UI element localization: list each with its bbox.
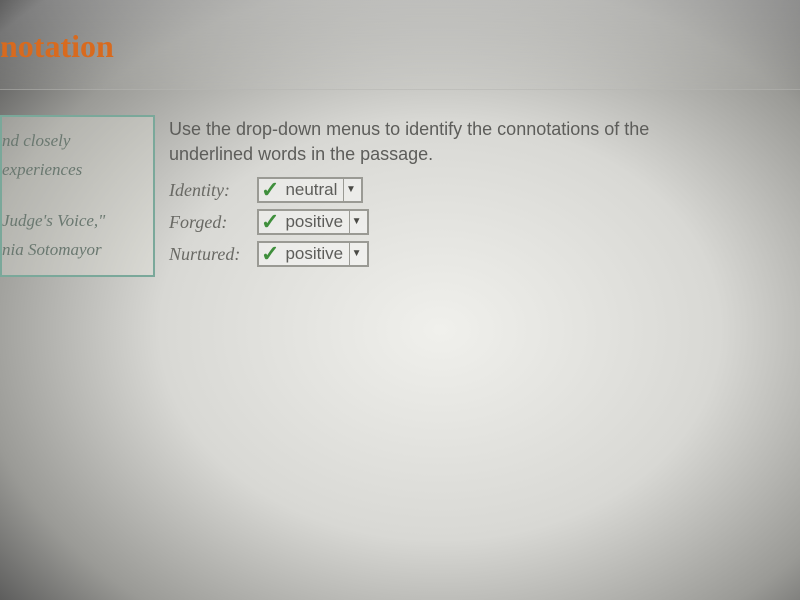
dropdown-forged[interactable]: ✓ positive ▼ <box>257 209 369 235</box>
passage-box: nd closely experiences Judge's Voice," n… <box>0 115 155 277</box>
dropdown-arrow: ▼ <box>349 211 363 233</box>
dropdown-value: positive <box>285 210 347 234</box>
checkmark-icon: ✓ <box>261 179 279 201</box>
answer-row-identity: Identity: ✓ neutral ▼ <box>169 177 729 203</box>
answer-label: Nurtured: <box>169 242 251 267</box>
passage-line: experiences <box>2 156 143 185</box>
chevron-down-icon: ▼ <box>346 183 356 197</box>
answer-row-nurtured: Nurtured: ✓ positive ▼ <box>169 241 729 267</box>
dropdown-arrow: ▼ <box>349 243 363 265</box>
dropdown-value: positive <box>285 242 347 266</box>
content-area: nd closely experiences Judge's Voice," n… <box>0 115 729 277</box>
passage-line: nia Sotomayor <box>2 236 143 265</box>
checkmark-icon: ✓ <box>261 211 279 233</box>
dropdown-value: neutral <box>285 178 341 202</box>
dropdown-identity[interactable]: ✓ neutral ▼ <box>257 177 363 203</box>
answer-row-forged: Forged: ✓ positive ▼ <box>169 209 729 235</box>
spacer <box>2 185 143 207</box>
question-area: Use the drop-down menus to identify the … <box>169 115 729 277</box>
dropdown-arrow: ▼ <box>343 179 357 201</box>
dropdown-nurtured[interactable]: ✓ positive ▼ <box>257 241 369 267</box>
checkmark-icon: ✓ <box>261 243 279 265</box>
chevron-down-icon: ▼ <box>352 247 362 261</box>
answer-label: Forged: <box>169 210 251 235</box>
chevron-down-icon: ▼ <box>352 215 362 229</box>
page-title: notation <box>0 0 800 65</box>
passage-line: Judge's Voice," <box>2 207 143 236</box>
passage-line: nd closely <box>2 127 143 156</box>
answer-label: Identity: <box>169 178 251 203</box>
instruction-text: Use the drop-down menus to identify the … <box>169 117 729 167</box>
header-bar: notation <box>0 0 800 90</box>
